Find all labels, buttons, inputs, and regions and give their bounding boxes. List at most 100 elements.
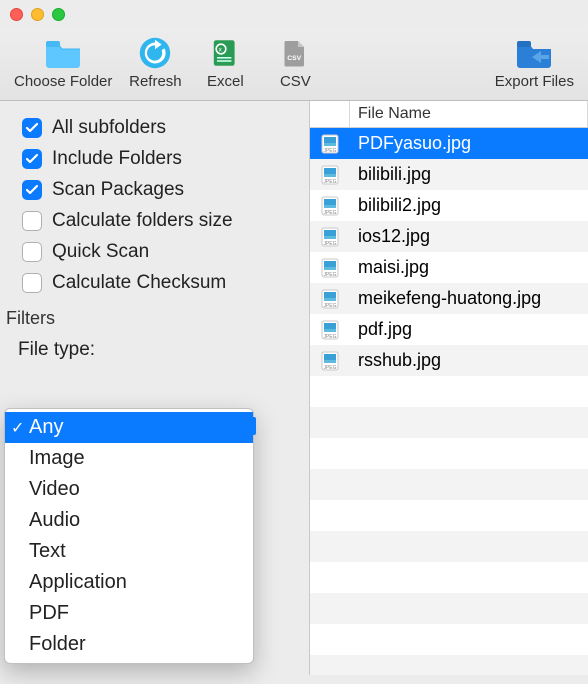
file-name-cell: bilibili2.jpg	[350, 195, 588, 216]
csv-icon: CSV	[275, 33, 315, 73]
check-icon: ✓	[11, 418, 24, 438]
svg-text:JPEG: JPEG	[323, 303, 336, 309]
excel-icon: x	[205, 33, 245, 73]
checkbox-icon	[22, 149, 42, 169]
file-list: File Name JPEG PDFyasuo.jpg JPEG bilibil…	[310, 101, 588, 675]
file-type-option-label: Video	[29, 478, 80, 501]
file-icon: JPEG	[310, 195, 350, 217]
svg-text:JPEG: JPEG	[323, 179, 336, 185]
col-header-filename[interactable]: File Name	[350, 101, 588, 127]
svg-text:CSV: CSV	[288, 55, 302, 62]
table-row[interactable]: JPEG rsshub.jpg	[310, 345, 588, 376]
minimize-window[interactable]	[31, 8, 44, 21]
file-icon: JPEG	[310, 257, 350, 279]
opt-all-subfolders[interactable]: All subfolders	[22, 117, 297, 139]
table-row	[310, 469, 588, 500]
table-row[interactable]: JPEG maisi.jpg	[310, 252, 588, 283]
table-row[interactable]: JPEG pdf.jpg	[310, 314, 588, 345]
file-icon: JPEG	[310, 226, 350, 248]
excel-label: Excel	[207, 73, 244, 90]
file-type-option-label: Audio	[29, 509, 80, 532]
checkbox-icon	[22, 211, 42, 231]
file-type-option[interactable]: ✓Audio	[5, 505, 253, 536]
refresh-label: Refresh	[129, 73, 182, 90]
checkbox-icon	[22, 242, 42, 262]
table-row[interactable]: JPEG PDFyasuo.jpg	[310, 128, 588, 159]
window-controls	[0, 0, 588, 29]
file-name-cell: pdf.jpg	[350, 319, 588, 340]
svg-text:JPEG: JPEG	[323, 241, 336, 247]
opt-label: Calculate Checksum	[52, 272, 226, 294]
table-row	[310, 407, 588, 438]
file-type-dropdown[interactable]: ✓Any✓Image✓Video✓Audio✓Text✓Application✓…	[4, 408, 254, 664]
file-icon: JPEG	[310, 164, 350, 186]
file-name-cell: meikefeng-huatong.jpg	[350, 288, 588, 309]
file-icon: JPEG	[310, 350, 350, 372]
opt-quick-scan[interactable]: Quick Scan	[22, 241, 297, 263]
table-row	[310, 500, 588, 531]
table-row	[310, 376, 588, 407]
file-icon: JPEG	[310, 133, 350, 155]
toolbar: Choose Folder Refresh x Excel	[0, 29, 588, 101]
excel-button[interactable]: x Excel	[190, 33, 260, 90]
file-type-label: File type:	[0, 335, 309, 367]
table-row	[310, 438, 588, 469]
file-type-option[interactable]: ✓Video	[5, 474, 253, 505]
table-row[interactable]: JPEG bilibili2.jpg	[310, 190, 588, 221]
opt-label: Scan Packages	[52, 179, 184, 201]
opt-calc-checksum[interactable]: Calculate Checksum	[22, 272, 297, 294]
file-type-option[interactable]: ✓Image	[5, 443, 253, 474]
zoom-window[interactable]	[52, 8, 65, 21]
file-icon: JPEG	[310, 319, 350, 341]
checkbox-icon	[22, 118, 42, 138]
opt-label: Quick Scan	[52, 241, 149, 263]
table-row	[310, 593, 588, 624]
csv-button[interactable]: CSV CSV	[260, 33, 330, 90]
export-files-button[interactable]: Export Files	[487, 33, 582, 90]
file-name-cell: bilibili.jpg	[350, 164, 588, 185]
filters-section-label: Filters	[0, 302, 309, 335]
file-name-cell: PDFyasuo.jpg	[350, 133, 588, 154]
file-type-option[interactable]: ✓PDF	[5, 598, 253, 629]
table-row[interactable]: JPEG meikefeng-huatong.jpg	[310, 283, 588, 314]
csv-label: CSV	[280, 73, 311, 90]
export-files-label: Export Files	[495, 73, 574, 90]
file-type-option[interactable]: ✓Application	[5, 567, 253, 598]
opt-calc-folder-size[interactable]: Calculate folders size	[22, 210, 297, 232]
checkbox-icon	[22, 180, 42, 200]
file-type-option-label: Application	[29, 571, 127, 594]
refresh-icon	[135, 33, 175, 73]
svg-text:JPEG: JPEG	[323, 210, 336, 216]
checkbox-icon	[22, 273, 42, 293]
choose-folder-label: Choose Folder	[14, 73, 112, 90]
table-row	[310, 655, 588, 675]
col-header-icon[interactable]	[310, 101, 350, 127]
refresh-button[interactable]: Refresh	[120, 33, 190, 90]
file-type-option[interactable]: ✓Folder	[5, 629, 253, 660]
opt-label: Include Folders	[52, 148, 182, 170]
opt-label: All subfolders	[52, 117, 166, 139]
file-type-option[interactable]: ✓Text	[5, 536, 253, 567]
file-name-cell: ios12.jpg	[350, 226, 588, 247]
close-window[interactable]	[10, 8, 23, 21]
choose-folder-button[interactable]: Choose Folder	[6, 33, 120, 90]
folder-icon	[43, 33, 83, 73]
table-row[interactable]: JPEG bilibili.jpg	[310, 159, 588, 190]
file-icon: JPEG	[310, 288, 350, 310]
svg-text:JPEG: JPEG	[323, 148, 336, 154]
file-type-option-label: Folder	[29, 633, 86, 656]
file-type-option[interactable]: ✓Any	[5, 412, 253, 443]
opt-include-folders[interactable]: Include Folders	[22, 148, 297, 170]
table-row[interactable]: JPEG ios12.jpg	[310, 221, 588, 252]
file-type-option-label: Image	[29, 447, 85, 470]
file-type-option-label: Any	[29, 416, 63, 439]
svg-text:JPEG: JPEG	[323, 272, 336, 278]
file-name-cell: rsshub.jpg	[350, 350, 588, 371]
svg-text:JPEG: JPEG	[323, 334, 336, 340]
table-row	[310, 531, 588, 562]
opt-scan-packages[interactable]: Scan Packages	[22, 179, 297, 201]
file-type-option-label: Text	[29, 540, 66, 563]
file-type-option-label: PDF	[29, 602, 69, 625]
file-name-cell: maisi.jpg	[350, 257, 588, 278]
table-row	[310, 562, 588, 593]
